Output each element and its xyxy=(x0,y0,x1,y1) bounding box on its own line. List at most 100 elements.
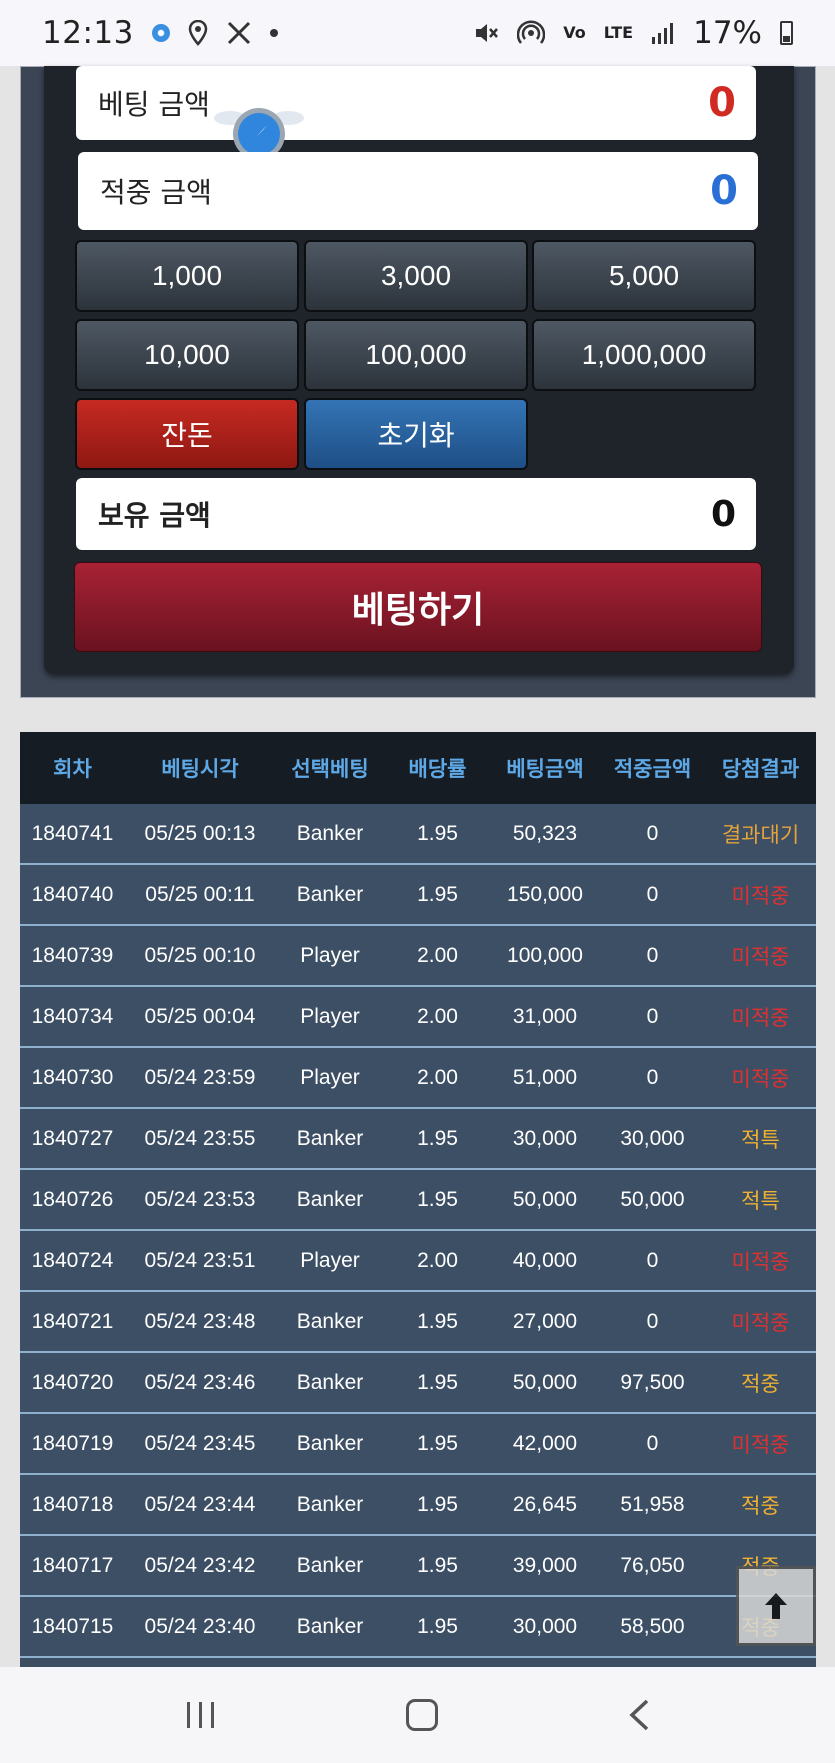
remainder-button[interactable]: 잔돈 xyxy=(75,398,299,470)
cell-round: 1840730 xyxy=(31,1065,114,1089)
volte-label: Vo xyxy=(563,23,586,42)
lte-label: LTE xyxy=(603,23,634,42)
cell-choice: Banker xyxy=(296,1614,364,1638)
cell-bet-amount: 30,000 xyxy=(512,1126,578,1150)
cell-bet-amount: 26,645 xyxy=(512,1492,578,1516)
cell-round: 1840740 xyxy=(31,882,114,906)
cell-odds: 1.95 xyxy=(417,1553,458,1577)
table-row: 1840727 05/24 23:55 Banker 1.95 30,000 30,000… xyxy=(20,1109,816,1170)
cell-time: 05/24 23:48 xyxy=(144,1309,256,1333)
cell-odds: 1.95 xyxy=(417,1431,458,1455)
cell-result: 미적중 xyxy=(731,1250,790,1274)
cell-win-amount: 0 xyxy=(646,1431,659,1455)
table-row: 1840717 05/24 23:42 Banker 1.95 39,000 76,050… xyxy=(20,1536,816,1597)
cell-win-amount: 58,500 xyxy=(620,1614,685,1638)
cell-round: 1840717 xyxy=(31,1553,114,1577)
cell-result: 결과대기 xyxy=(721,823,800,847)
header-win: 적중금액 xyxy=(613,757,692,781)
amount-button-1000[interactable]: 1,000 xyxy=(75,240,299,312)
cell-choice: Banker xyxy=(296,882,364,906)
cell-odds: 2.00 xyxy=(417,1248,458,1272)
cell-result: 미적중 xyxy=(731,884,790,908)
status-bar: 12:13 Vo LTE 17% xyxy=(0,0,835,66)
amount-button-3000[interactable]: 3,000 xyxy=(304,240,528,312)
dot-icon xyxy=(269,29,278,37)
cell-round: 1840715 xyxy=(31,1614,114,1638)
cell-choice: Player xyxy=(300,1065,360,1089)
reset-button[interactable]: 초기화 xyxy=(304,398,528,470)
cell-result: 미적중 xyxy=(731,1311,790,1335)
cell-win-amount: 0 xyxy=(646,821,659,845)
battery-icon xyxy=(780,21,793,45)
arrow-up-icon xyxy=(765,1593,787,1619)
cell-round: 1840726 xyxy=(31,1187,114,1211)
cell-bet-amount: 50,323 xyxy=(512,821,578,845)
cell-time: 05/24 23:45 xyxy=(144,1431,256,1455)
cell-time: 05/25 00:04 xyxy=(144,1004,256,1028)
table-row: 1840720 05/24 23:46 Banker 1.95 50,000 97,500… xyxy=(20,1353,816,1414)
cell-win-amount: 0 xyxy=(646,1309,659,1333)
cell-odds: 1.95 xyxy=(417,1492,458,1516)
cell-result: 미적중 xyxy=(731,1006,790,1030)
cell-round: 1840734 xyxy=(31,1004,114,1028)
cell-round: 1840720 xyxy=(31,1370,114,1394)
cell-win-amount: 97,500 xyxy=(620,1370,685,1394)
bet-amount-value: 0 xyxy=(708,80,736,126)
cell-win-amount: 0 xyxy=(646,943,659,967)
cell-choice: Player xyxy=(300,943,360,967)
scroll-top-button[interactable] xyxy=(736,1566,816,1646)
battery-percent: 17% xyxy=(693,15,762,51)
table-row: 1840718 05/24 23:44 Banker 1.95 26,645 51,958… xyxy=(20,1475,816,1536)
cell-result: 미적중 xyxy=(731,1433,790,1457)
volte-icon: Vo xyxy=(563,25,586,41)
recent-apps-icon[interactable] xyxy=(184,1699,218,1731)
place-bet-button[interactable]: 베팅하기 xyxy=(74,562,762,652)
cell-choice: Banker xyxy=(296,1553,364,1577)
header-round: 회차 xyxy=(53,757,92,781)
bet-history-table: 회차 베팅시각 선택베팅 배당률 베팅금액 적중금액 당첨결과 1840741 0… xyxy=(20,732,816,1667)
cell-win-amount: 30,000 xyxy=(620,1126,685,1150)
cell-time: 05/24 23:59 xyxy=(144,1065,256,1089)
bet-amount-field: 베팅 금액 0 xyxy=(76,66,756,140)
back-icon[interactable] xyxy=(627,1698,651,1732)
amount-button-1000000[interactable]: 1,000,000 xyxy=(532,319,756,391)
cell-bet-amount: 50,000 xyxy=(512,1187,578,1211)
cell-round: 1840739 xyxy=(31,943,114,967)
mute-icon xyxy=(476,24,499,42)
bet-amount-label: 베팅 금액 xyxy=(98,88,210,121)
cell-round: 1840741 xyxy=(31,821,114,845)
cell-odds: 1.95 xyxy=(417,821,458,845)
table-row: 1840715 05/24 23:40 Banker 1.95 30,000 58,500… xyxy=(20,1597,816,1658)
location-icon xyxy=(188,20,208,46)
cell-time: 05/25 00:13 xyxy=(144,821,256,845)
cell-win-amount: 76,050 xyxy=(620,1553,685,1577)
clock: 12:13 xyxy=(42,15,134,51)
amount-button-10000[interactable]: 10,000 xyxy=(75,319,299,391)
cell-odds: 1.95 xyxy=(417,1614,458,1638)
cell-bet-amount: 39,000 xyxy=(512,1553,578,1577)
system-nav-bar xyxy=(0,1667,835,1763)
cell-choice: Player xyxy=(300,1248,360,1272)
cell-result: 적중 xyxy=(741,1372,780,1396)
cell-round: 1840719 xyxy=(31,1431,114,1455)
cell-time: 05/24 23:44 xyxy=(144,1492,256,1516)
table-row: 1840719 05/24 23:45 Banker 1.95 42,000 0 미적중 xyxy=(20,1414,816,1475)
cell-time: 05/24 23:55 xyxy=(144,1126,256,1150)
amount-button-100000[interactable]: 100,000 xyxy=(304,319,528,391)
cell-choice: Banker xyxy=(296,1431,364,1455)
amount-button-5000[interactable]: 5,000 xyxy=(532,240,756,312)
cell-odds: 2.00 xyxy=(417,1065,458,1089)
header-choice: 선택베팅 xyxy=(291,757,369,781)
cell-win-amount: 50,000 xyxy=(620,1187,685,1211)
cell-odds: 2.00 xyxy=(417,1004,458,1028)
cell-time: 05/25 00:11 xyxy=(145,882,255,906)
table-row: 1840730 05/24 23:59 Player 2.00 51,000 0 미적중 xyxy=(20,1048,816,1109)
cell-result: 미적중 xyxy=(731,1067,790,1091)
cell-bet-amount: 31,000 xyxy=(512,1004,578,1028)
cell-win-amount: 0 xyxy=(646,1004,659,1028)
cell-win-amount: 51,958 xyxy=(620,1492,685,1516)
cell-bet-amount: 100,000 xyxy=(507,943,583,967)
cell-time: 05/24 23:53 xyxy=(144,1187,256,1211)
header-odds: 배당률 xyxy=(408,757,467,781)
home-icon[interactable] xyxy=(406,1699,439,1731)
